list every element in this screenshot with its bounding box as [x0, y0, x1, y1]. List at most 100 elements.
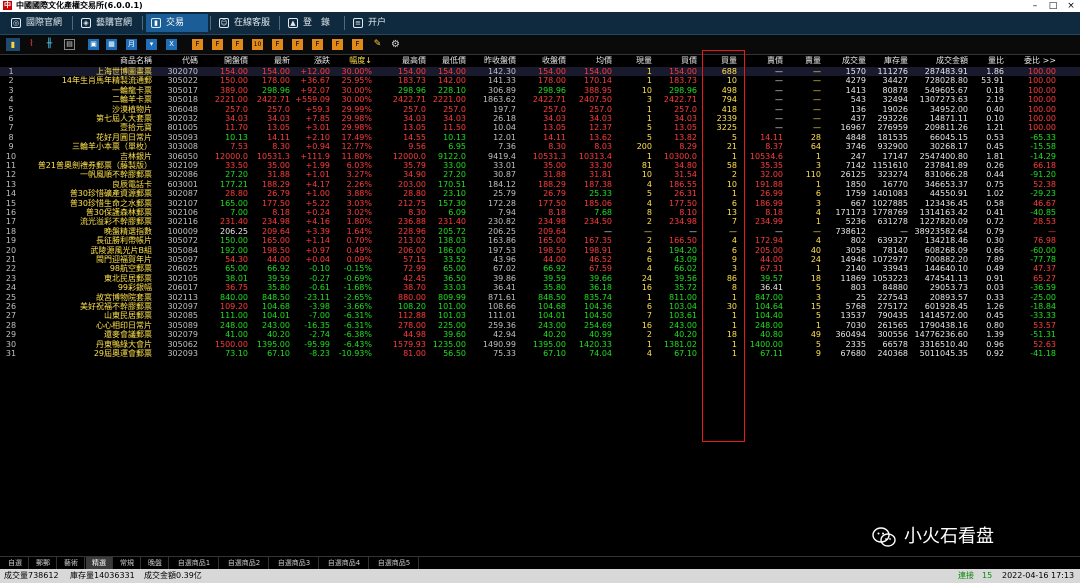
table-row[interactable]: 20 武陵源風光片B組 305084 192.00 198.50 +0.97 0.49% 20… [0, 246, 1080, 255]
f5-button[interactable]: F [292, 39, 303, 50]
tab-trade[interactable]: ▮ 交易 [146, 14, 208, 32]
tool-b3-icon[interactable]: 月 [126, 39, 137, 50]
bottom-tab[interactable]: 自選商品4 [320, 557, 369, 569]
tool-b1-icon[interactable]: ▣ [88, 39, 99, 50]
minimize-icon[interactable]: – [1028, 0, 1042, 12]
table-row[interactable]: 18 晚盤精選指數 100009 206.25 209.64 +3.39 1.64% 228.… [0, 227, 1080, 236]
table-row[interactable]: 7 壹拾元寶 801005 11.70 13.05 +3.01 29.98% 13.05 11.… [0, 123, 1080, 132]
table-row[interactable]: 22 98航空郵票 206025 65.00 66.92 -0.10 -0.15% 72.99… [0, 264, 1080, 273]
column-header-open-price[interactable]: 開盤價 [198, 55, 248, 67]
table-row[interactable]: 29 還麥會議郵票 302079 41.00 40.20 -2.74 -6.38% 44.98… [0, 330, 1080, 339]
table-row[interactable]: 4 二輪羊卡票 305018 2221.00 2422.71 +559.09 30.00% 2… [0, 95, 1080, 104]
bar-chart-icon[interactable]: ▮ [6, 38, 20, 51]
bottom-tab[interactable]: 自選 [2, 557, 29, 569]
f3-button[interactable]: F [232, 39, 243, 50]
cell-vr: 0.26 [986, 161, 1004, 170]
table-row[interactable]: 3 一輪龍卡票 305017 389.00 298.96 +92.07 30.00% 298.… [0, 86, 1080, 95]
column-header-amount[interactable]: 成交金額 [908, 55, 968, 67]
bottom-tab[interactable]: 自選商品2 [220, 557, 269, 569]
close-icon[interactable]: × [1064, 0, 1078, 12]
table-row[interactable]: 23 東北民居郵票 302105 38.01 39.59 -0.27 -0.69% 42.45… [0, 274, 1080, 283]
table-row[interactable]: 30 丹東鴨綠大會片 305062 1500.00 1395.00 -95.99 -6.43… [0, 340, 1080, 349]
table-row[interactable]: 8 花好月圓日常片 305093 10.13 14.11 +2.10 17.49% 14.55… [0, 133, 1080, 142]
pen-icon[interactable]: ✎ [372, 39, 383, 50]
tab-login[interactable]: ▲ 登 錄 [283, 14, 341, 32]
bottom-tab[interactable]: 晚盤 [142, 557, 169, 569]
tab-open-account[interactable]: ≡ 开户 [348, 14, 398, 32]
f6-button[interactable]: F [312, 39, 323, 50]
bottom-tab[interactable]: 自選商品5 [370, 557, 419, 569]
chat-icon: ☺ [219, 18, 229, 28]
line-chart-icon[interactable]: ⌇ [26, 39, 37, 50]
column-header-low-price[interactable]: 最低價 [426, 55, 466, 67]
cell-last: 198.50 [262, 245, 290, 255]
tool-b5-icon[interactable]: X [166, 39, 177, 50]
f2-button[interactable]: F [212, 39, 223, 50]
cell-pct: 30.00% [341, 67, 372, 76]
table-row[interactable]: 26 美好祝福不幹膠郵票 302097 109.20 104.68 -3.98 -3.66%… [0, 302, 1080, 311]
f10-button[interactable]: 10 [252, 39, 263, 50]
maximize-icon[interactable]: □ [1046, 0, 1060, 12]
tab-online-support[interactable]: ☺ 在線客服 [214, 14, 276, 32]
column-header-close-price[interactable]: 收盤價 [516, 55, 566, 67]
column-header-inventory[interactable]: 庫存量 [866, 55, 908, 67]
table-row[interactable]: 5 沙漠植物片 306048 257.0 257.0 +59.3 29.99% 257.0 25… [0, 105, 1080, 114]
f1-button[interactable]: F [192, 39, 203, 50]
tool-b4-icon[interactable]: ▾ [146, 39, 157, 50]
column-header-prev-close[interactable]: 昨收盤價 [466, 55, 516, 67]
table-row[interactable]: 16 普30保護森林郵票 302106 7.00 8.18 +0.24 3.02% 8.30 6… [0, 208, 1080, 217]
f4-button[interactable]: F [272, 39, 283, 50]
cell-cur: 6 [646, 255, 652, 264]
column-header-bid-price[interactable]: 買價 [652, 55, 697, 67]
column-header-avg-price[interactable]: 均價 [566, 55, 612, 67]
table-row[interactable]: 9 三輪羊小本票（單枚） 303008 7.53 8.30 +0.94 12.77% 9.56… [0, 142, 1080, 151]
column-header-code[interactable]: 代碼 [158, 55, 198, 67]
gear-icon[interactable]: ⚙ [390, 39, 401, 50]
table-row[interactable]: 27 山東民居郵票 302085 111.00 104.01 -7.00 -6.31% 112… [0, 311, 1080, 320]
tab-international-site[interactable]: ◎ 國際官網 [6, 14, 68, 32]
bottom-tab[interactable]: 常規 [114, 557, 141, 569]
candlestick-icon[interactable]: ╫ [44, 39, 55, 50]
f7-button[interactable]: F [332, 39, 343, 50]
column-header-product-name[interactable]: 商品名稱 [30, 55, 152, 67]
column-header-commission-ratio[interactable]: 委比 >> [1004, 55, 1056, 67]
column-header-change[interactable]: 漲跌 [290, 55, 330, 67]
table-row[interactable]: 17 流光溢彩不幹膠郵票 302116 231.40 234.98 +4.16 1.80% 2… [0, 217, 1080, 226]
table-row[interactable]: 11 普21普奧劍禮券郵票（藤製版） 302109 33.50 35.00 +1.99 6.… [0, 161, 1080, 170]
cell-open: 150.00 [220, 236, 248, 246]
tool-b2-icon[interactable]: ▦ [106, 39, 117, 50]
cell-amt: 831066.28 [924, 170, 968, 180]
column-header-high-price[interactable]: 最高價 [372, 55, 426, 67]
table-row[interactable]: 2 14年生肖馬年精製流通郵 305022 150.00 178.00 +36.67 25.… [0, 76, 1080, 85]
table-row[interactable]: 31 29屆奧運會郵票 302093 73.10 67.10 -8.23 -10.93% 81… [0, 349, 1080, 358]
table-row[interactable]: 10 吉林銀片 306050 12000.0 10531.3 +111.9 11.80% 12… [0, 152, 1080, 161]
table-row[interactable]: 12 一帆風順不幹膠郵票 302086 27.20 31.88 +1.01 3.27% 34.… [0, 170, 1080, 179]
cell-n: 28 [5, 320, 17, 330]
column-header-current-volume[interactable]: 現量 [612, 55, 652, 67]
column-header-volume[interactable]: 成交量 [821, 55, 866, 67]
table-row[interactable]: 13 良辰電話卡 603001 177.21 188.29 +4.17 2.26% 203.0… [0, 180, 1080, 189]
table-row[interactable]: 24 99彩銀幅 206017 36.75 35.80 -0.61 -1.68% 38.70 3… [0, 283, 1080, 292]
bottom-tab[interactable]: 藝術 [58, 557, 85, 569]
bottom-tab[interactable]: 自選商品3 [270, 557, 319, 569]
bottom-tab[interactable]: 郵郵 [30, 557, 57, 569]
f8-button[interactable]: F [352, 39, 363, 50]
cell-wb: -77.78 [1030, 255, 1056, 264]
column-header-ask-volume[interactable]: 賣量 [783, 55, 821, 67]
column-header-last-price[interactable]: 最新 [248, 55, 290, 67]
table-row[interactable]: 6 第七屆人大套票 302032 34.03 34.03 +7.85 29.98% 34.03… [0, 114, 1080, 123]
table-row[interactable]: 28 心心相印日常片 305089 248.00 243.00 -16.35 -6.31% 2… [0, 321, 1080, 330]
column-header-change-pct[interactable]: 幅度↓ [330, 55, 372, 67]
table-row[interactable]: 14 普30珍惜礦產資源郵票 302087 28.80 26.79 +1.00 3.88% 2… [0, 189, 1080, 198]
table-row[interactable]: 15 普30珍惜生命之水郵票 302107 165.00 177.50 +5.22 3.03… [0, 199, 1080, 208]
column-header-volume-ratio[interactable]: 量比 [968, 55, 1004, 67]
table-row[interactable]: 25 故宮博物院套票 302113 840.00 848.50 -23.11 -2.65% 8… [0, 293, 1080, 302]
table-icon[interactable]: ▤ [64, 39, 75, 50]
bottom-tab[interactable]: 自選商品1 [170, 557, 219, 569]
cell-prev: 36.41 [493, 283, 516, 293]
table-row[interactable]: 19 長征勝利帶帳片 305072 150.00 165.00 +1.14 0.70% 213… [0, 236, 1080, 245]
tab-art-shop-site[interactable]: ◈ 藝購官網 [76, 14, 138, 32]
table-row[interactable]: 21 閩門迎福賀年片 305097 54.30 44.00 +0.04 0.09% 57.15… [0, 255, 1080, 264]
table-row[interactable]: 1 上海世博圖畫票 302070 154.00 154.00 +12.00 30.00% 15… [0, 67, 1080, 77]
bottom-tab[interactable]: 精選 [86, 557, 113, 569]
